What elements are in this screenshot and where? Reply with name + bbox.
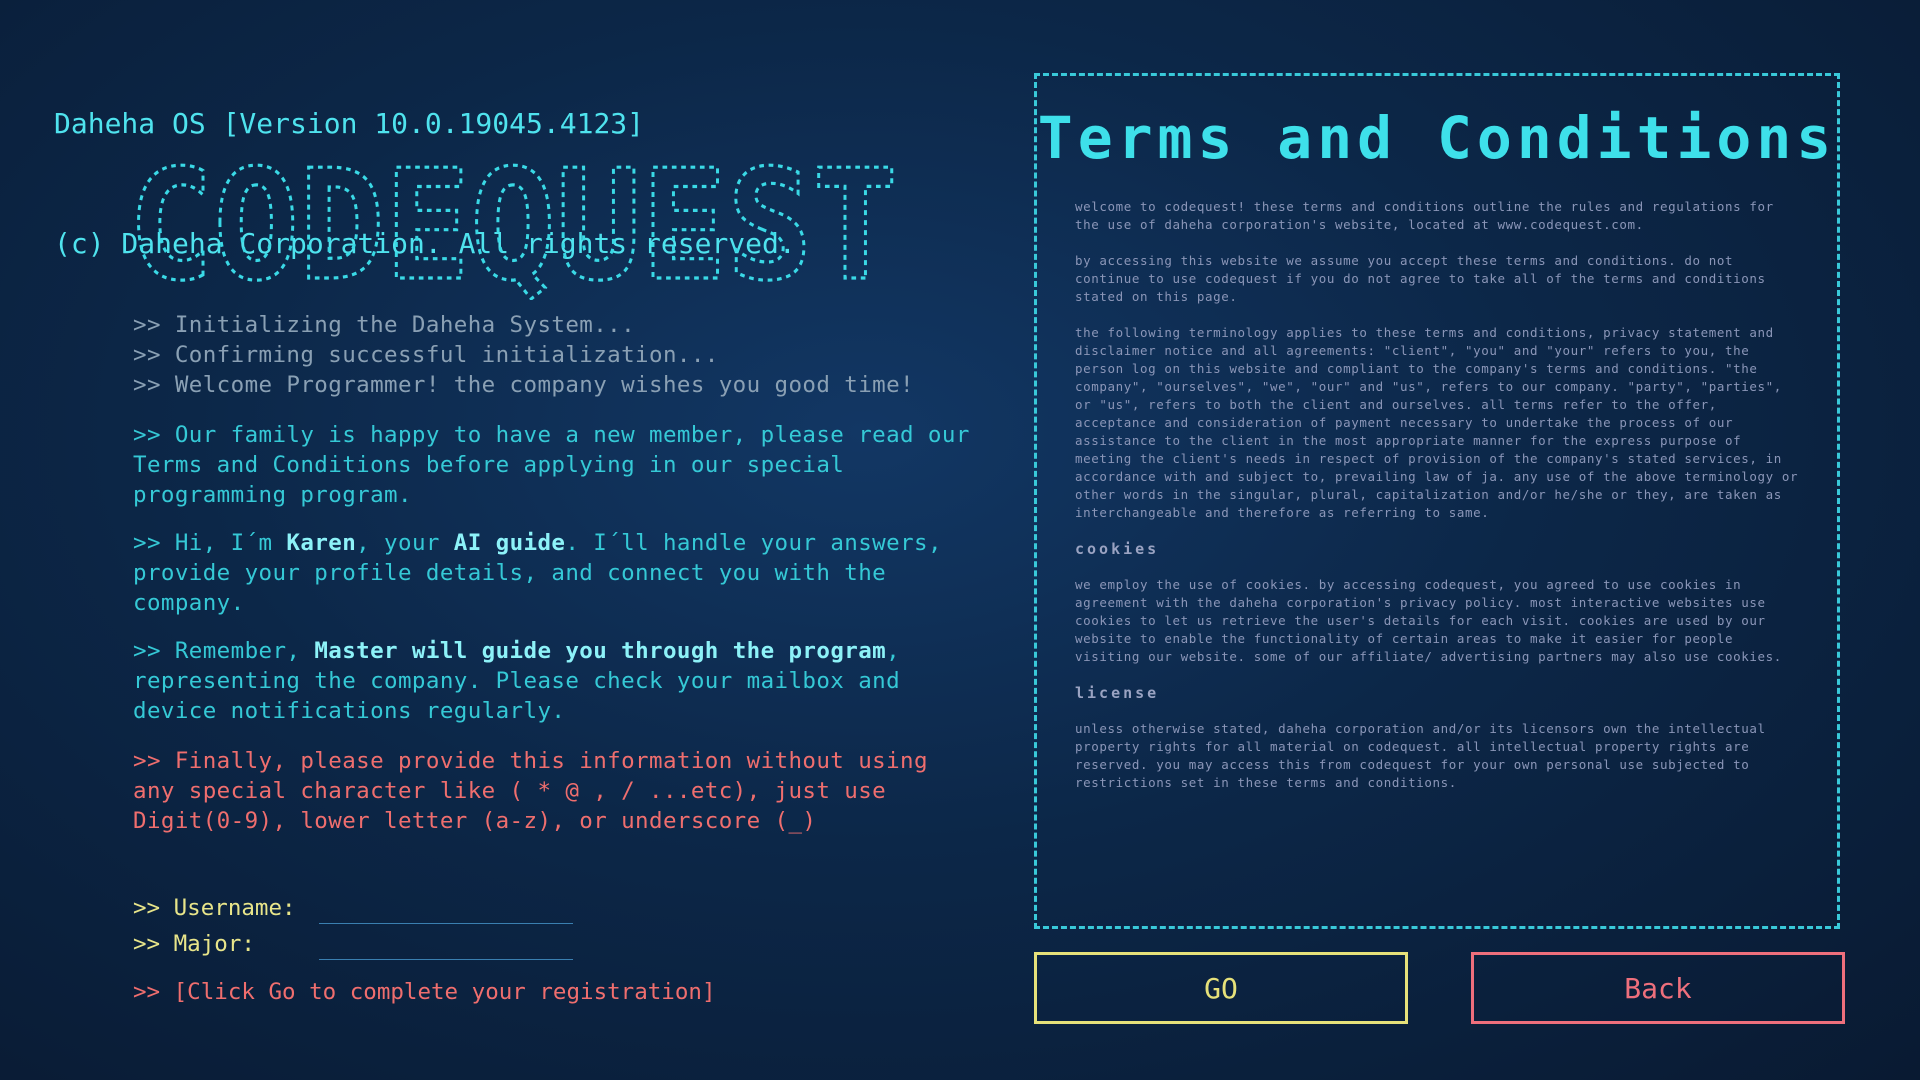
- license-heading: license: [1075, 684, 1160, 702]
- family-message: >> Our family is happy to have a new mem…: [133, 422, 984, 508]
- username-label: >> Username:: [133, 895, 296, 921]
- back-button[interactable]: Back: [1471, 952, 1845, 1024]
- license-text: unless otherwise stated, daheha corporat…: [1075, 721, 1766, 790]
- terms-title: Terms and Conditions: [1037, 104, 1837, 172]
- registration-form: >> Username: >> Major: >> [Click Go to c…: [133, 890, 715, 1010]
- username-row: >> Username:: [133, 890, 715, 926]
- username-input[interactable]: [319, 892, 573, 924]
- welcome-line: >> Welcome Programmer! the company wishe…: [133, 372, 914, 398]
- major-row: >> Major:: [133, 926, 715, 962]
- go-button[interactable]: GO: [1034, 952, 1408, 1024]
- karen-role: AI guide: [453, 530, 566, 556]
- karen-text-2: , your: [356, 530, 454, 556]
- init-line: >> Initializing the Daheha System...: [133, 312, 636, 338]
- os-version-line: Daheha OS [Version 10.0.19045.4123]: [54, 107, 645, 140]
- karen-text-1: >> Hi, I´m: [133, 530, 287, 556]
- remember-text-1: >> Remember,: [133, 638, 315, 664]
- codequest-logo-text: CODEQUEST: [128, 150, 898, 300]
- remember-message: >> Remember, Master will guide you throu…: [133, 636, 973, 726]
- major-label: >> Major:: [133, 931, 255, 957]
- cookies-heading: cookies: [1075, 540, 1160, 558]
- major-input[interactable]: [319, 928, 573, 960]
- karen-message: >> Hi, I´m Karen, your AI guide. I´ll ha…: [133, 528, 973, 618]
- terms-acceptance: by accessing this website we assume you …: [1075, 253, 1766, 304]
- terms-panel[interactable]: Terms and Conditions welcome to codeques…: [1034, 73, 1840, 929]
- terms-intro: welcome to codequest! these terms and co…: [1075, 199, 1774, 232]
- registration-hint: >> [Click Go to complete your registrati…: [133, 979, 716, 1005]
- cookies-text: we employ the use of cookies. by accessi…: [1075, 577, 1782, 664]
- master-guide: Master will guide you through the progra…: [314, 638, 887, 664]
- confirm-line: >> Confirming successful initialization.…: [133, 342, 719, 368]
- karen-name: Karen: [286, 530, 357, 556]
- codequest-logo: CODEQUEST: [128, 150, 900, 300]
- terms-body: welcome to codequest! these terms and co…: [1037, 198, 1837, 792]
- instruction-message: >> Finally, please provide this informat…: [133, 748, 942, 834]
- terms-terminology: the following terminology applies to the…: [1075, 325, 1799, 520]
- intro-panel: >> Initializing the Daheha System... >> …: [133, 310, 973, 836]
